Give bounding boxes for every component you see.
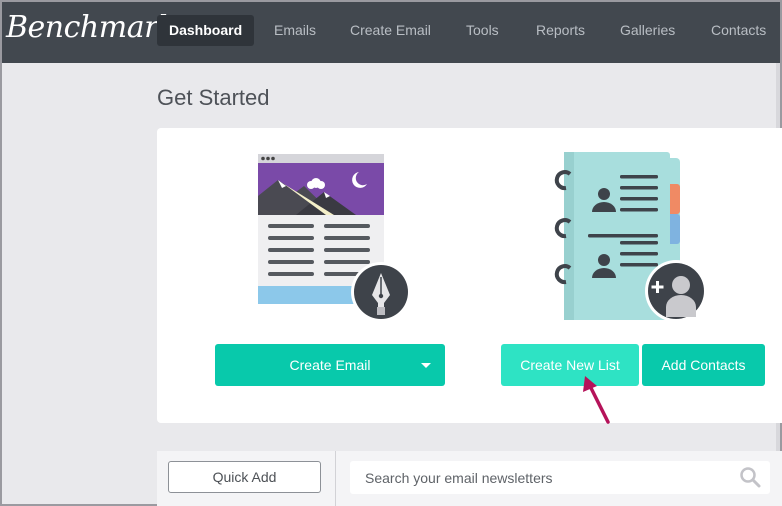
create-email-button[interactable]: Create Email bbox=[215, 344, 445, 386]
create-email-label: Create Email bbox=[289, 357, 371, 373]
fountain-pen-icon bbox=[351, 262, 411, 322]
search-icon[interactable] bbox=[739, 466, 761, 488]
chevron-down-icon[interactable] bbox=[421, 363, 431, 368]
nav-galleries[interactable]: Galleries bbox=[608, 15, 687, 46]
nav-emails[interactable]: Emails bbox=[262, 15, 328, 46]
nav-tools[interactable]: Tools bbox=[454, 15, 511, 46]
search-input[interactable] bbox=[350, 461, 770, 494]
page-title: Get Started bbox=[157, 85, 270, 110]
add-contacts-button[interactable]: Add Contacts bbox=[642, 344, 765, 386]
benchmark-logo[interactable]: Benchmark bbox=[6, 10, 176, 45]
nav-contacts[interactable]: Contacts bbox=[699, 15, 778, 46]
bar-divider bbox=[335, 451, 336, 506]
pointer-arrow-icon bbox=[583, 376, 610, 424]
nav-reports[interactable]: Reports bbox=[524, 15, 597, 46]
quick-add-button[interactable]: Quick Add bbox=[168, 461, 321, 493]
add-user-icon bbox=[645, 260, 707, 322]
nav-dashboard[interactable]: Dashboard bbox=[157, 15, 255, 46]
top-navigation-bar: Benchmark Dashboard Emails Create Email … bbox=[2, 2, 780, 63]
create-new-list-button[interactable]: Create New List bbox=[501, 344, 639, 386]
nav-create-email[interactable]: Create Email bbox=[338, 15, 443, 46]
